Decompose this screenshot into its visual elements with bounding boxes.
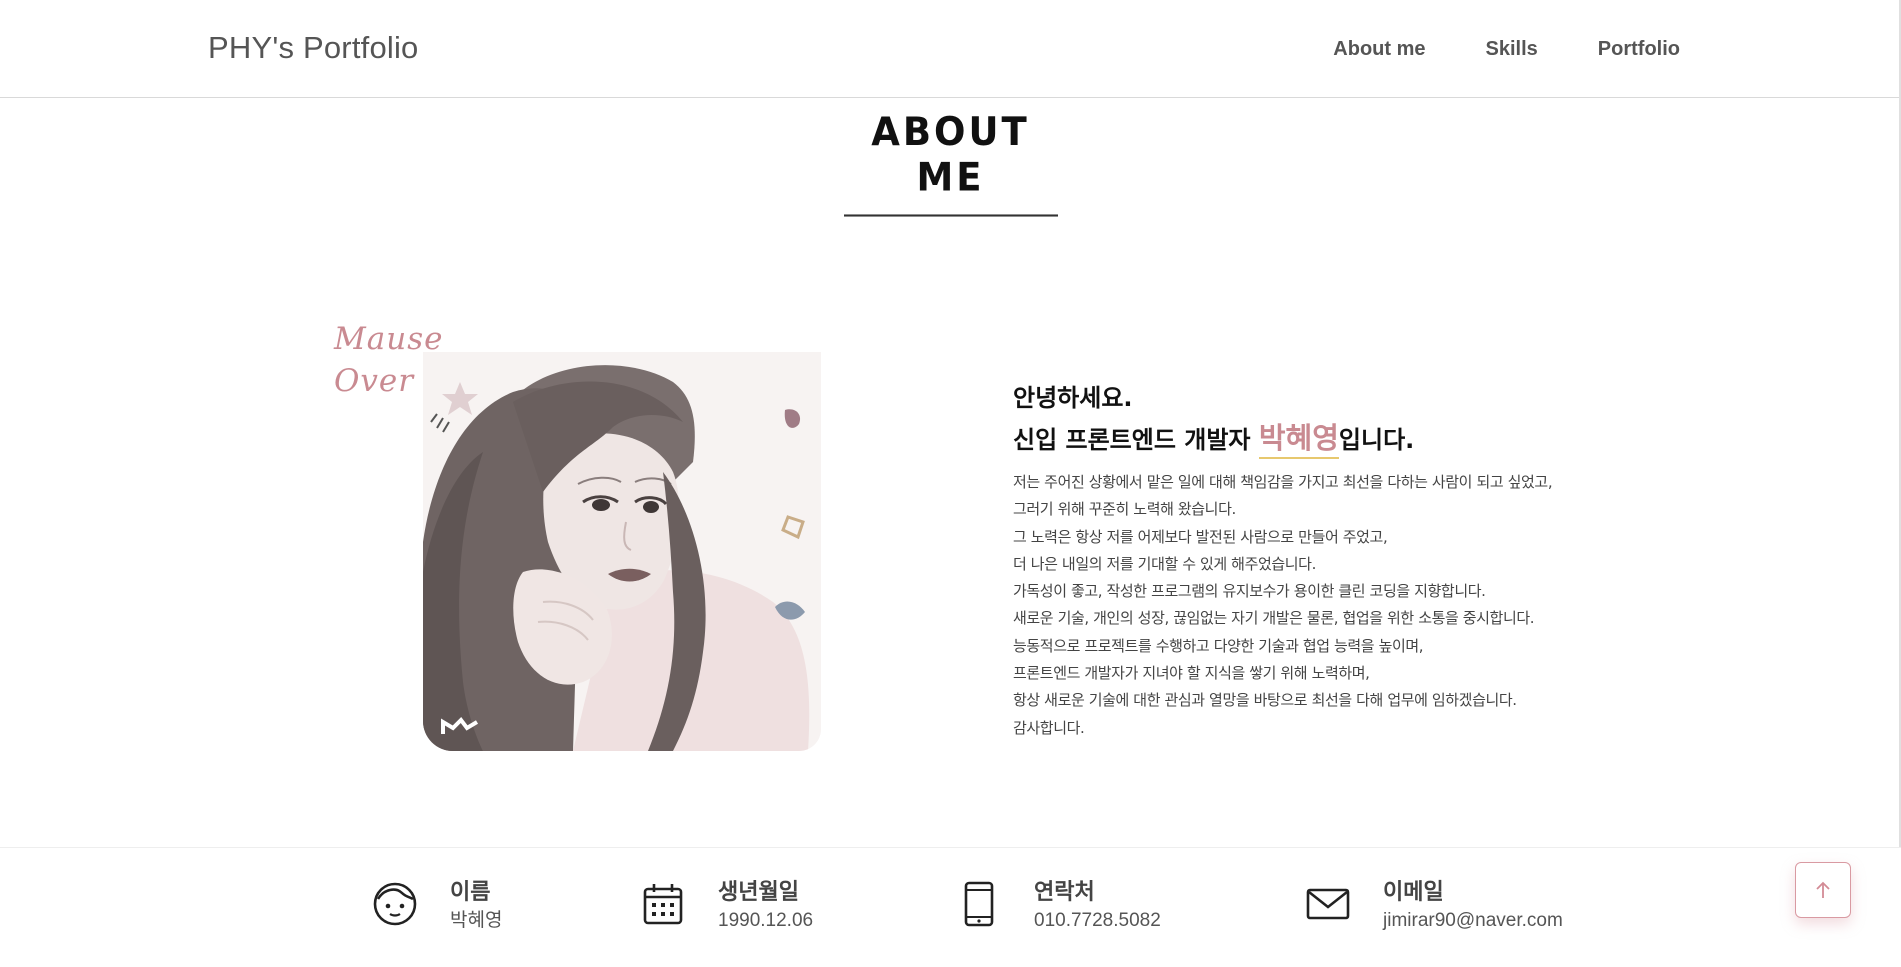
- nav-about-me[interactable]: About me: [1333, 38, 1425, 61]
- phone-icon: [964, 881, 994, 927]
- info-phone: 연락처 010.7728.5082: [956, 878, 1161, 934]
- main-nav: About me Skills Portfolio: [1333, 38, 1680, 61]
- nav-portfolio[interactable]: Portfolio: [1598, 38, 1680, 61]
- info-label: 생년월일: [718, 880, 799, 905]
- intro-paragraph: 저는 주어진 상황에서 맡은 일에 대해 책임감을 가지고 최선을 다하는 사람…: [1013, 469, 1653, 742]
- highlighted-name: 박혜영: [1258, 421, 1339, 459]
- intro-line: 새로운 기술, 개인의 성장, 끊임없는 자기 개발은 물론, 협업을 위한 소…: [1013, 609, 1535, 628]
- face-icon: [373, 882, 417, 926]
- section-title: ABOUT ME: [843, 109, 1058, 217]
- scroll-top-button[interactable]: [1795, 862, 1851, 918]
- intro-line: 더 나은 내일의 저를 기대할 수 있게 해주었습니다.: [1013, 554, 1316, 573]
- intro-line: 저는 주어진 상황에서 맡은 일에 대해 책임감을 가지고 최선을 다하는 사람…: [1013, 473, 1553, 491]
- portrait-image: [423, 352, 821, 751]
- info-value: 1990.12.06: [718, 910, 814, 931]
- nav-skills[interactable]: Skills: [1486, 38, 1538, 61]
- profile-info-bar: 이름 박혜영 생년월일 1990.12.06 연락처 010.7728.5082…: [0, 847, 1901, 967]
- site-header: PHY's Portfolio About me Skills Portfoli…: [0, 0, 1901, 98]
- greeting-suffix: 입니다.: [1338, 426, 1415, 454]
- site-logo[interactable]: PHY's Portfolio: [208, 30, 419, 66]
- info-name: 이름 박혜영: [372, 878, 502, 934]
- intro-line: 감사합니다.: [1013, 718, 1085, 737]
- intro-line: 가독성이 좋고, 작성한 프로그램의 유지보수가 용이한 클린 코딩을 지향합니…: [1013, 582, 1486, 601]
- intro-block: 안녕하세요. 신입 프론트엔드 개발자 박혜영입니다. 저는 주어진 상황에서 …: [1013, 378, 1653, 742]
- calendar-icon: [643, 884, 683, 925]
- intro-line: 그 노력은 항상 저를 어제보다 발전된 사람으로 만들어 주었고,: [1013, 527, 1388, 546]
- profile-illustration[interactable]: [423, 352, 821, 751]
- info-label: 이름: [450, 880, 491, 905]
- section-heading-wrap: ABOUT ME: [0, 109, 1901, 217]
- info-label: 이메일: [1383, 880, 1444, 905]
- info-email: 이메일 jimirar90@naver.com: [1305, 878, 1563, 934]
- info-value: jimirar90@naver.com: [1383, 910, 1563, 931]
- greeting-prefix: 신입 프론트엔드 개발자: [1013, 426, 1259, 454]
- info-value: 010.7728.5082: [1034, 910, 1161, 931]
- info-birthdate: 생년월일 1990.12.06: [640, 878, 813, 934]
- intro-line: 프론트엔드 개발자가 지녀야 할 지식을 쌓기 위해 노력하며,: [1013, 664, 1370, 683]
- mail-icon: [1306, 888, 1350, 920]
- greeting-line-2: 신입 프론트엔드 개발자 박혜영입니다.: [1013, 418, 1653, 460]
- info-value: 박혜영: [450, 910, 503, 931]
- arrow-up-icon: [1816, 881, 1830, 898]
- greeting-line-1: 안녕하세요.: [1013, 384, 1133, 412]
- intro-line: 능동적으로 프로젝트를 수행하고 다양한 기술과 협업 능력을 높이며,: [1013, 636, 1424, 655]
- intro-line: 항상 새로운 기술에 대한 관심과 열망을 바탕으로 최선을 다해 업무에 임하…: [1013, 691, 1517, 710]
- intro-line: 그러기 위해 꾸준히 노력해 왔습니다.: [1013, 500, 1236, 519]
- info-label: 연락처: [1034, 880, 1095, 905]
